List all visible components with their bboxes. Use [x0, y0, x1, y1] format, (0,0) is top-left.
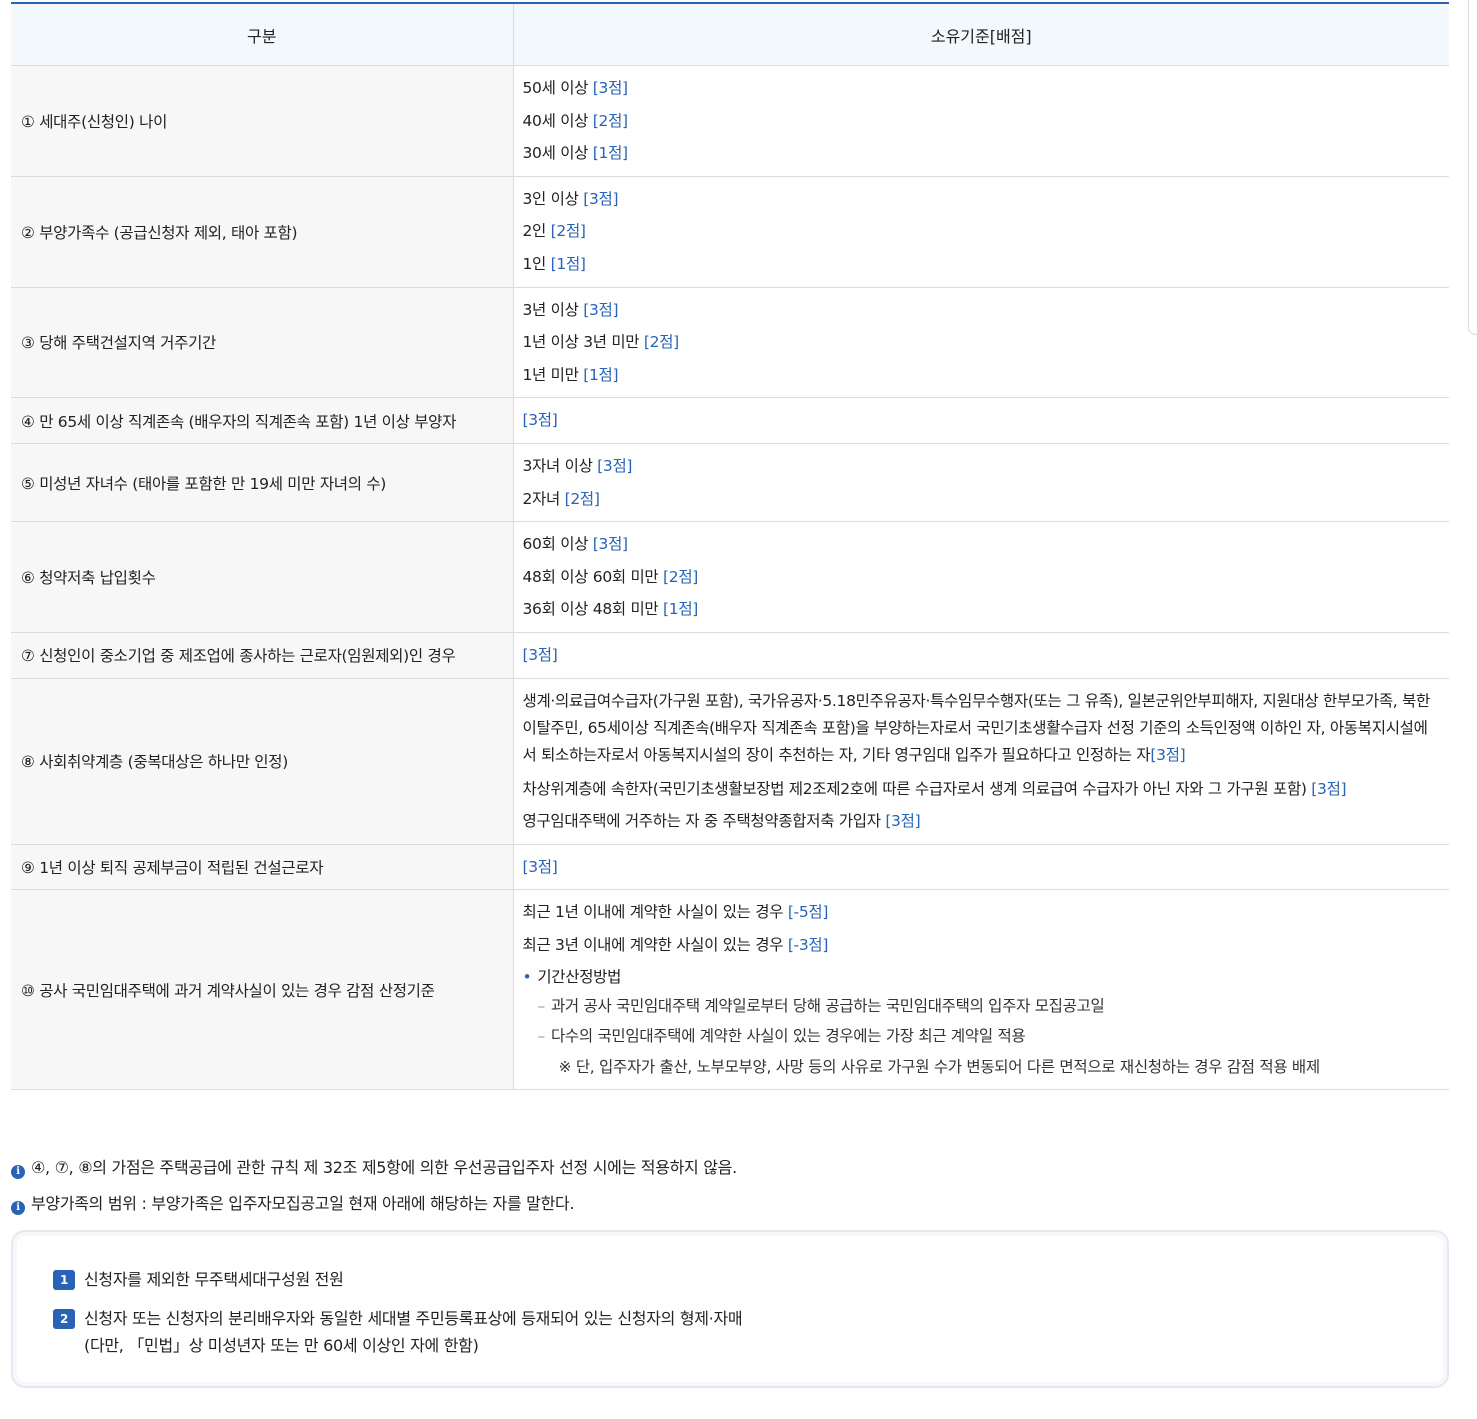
criteria-item: 3인 이상 [3점]	[522, 189, 619, 208]
note-item: i ④, ⑦, ⑧의 가점은 주택공급에 관한 규칙 제 32조 제5항에 의한 …	[11, 1150, 1449, 1186]
criteria-item: 2인 [2점]	[522, 222, 586, 241]
criteria-table: 구분 소유기준[배점] ① 세대주(신청인) 나이 50세 이상 [3점] 40…	[11, 2, 1449, 1091]
points-label: [3점]	[522, 411, 558, 430]
table-row: ⑥ 청약저축 납입횟수 60회 이상 [3점] 48회 이상 60회 미만 [2…	[11, 521, 1449, 633]
points-label: [3점]	[583, 300, 619, 319]
points-label: [3점]	[522, 857, 558, 876]
row-criteria: 최근 1년 이내에 계약한 사실이 있는 경우 [-5점] 최근 3년 이내에 …	[513, 889, 1449, 1091]
row-category: ⑩ 공사 국민임대주택에 과거 계약사실이 있는 경우 감점 산정기준	[11, 889, 514, 1091]
points-label: [2점]	[564, 489, 600, 508]
criteria-item: [3점]	[523, 639, 1441, 672]
table-row: ① 세대주(신청인) 나이 50세 이상 [3점] 40세 이상 [2점] 30…	[11, 65, 1449, 177]
criteria-item: 30세 이상 [1점]	[522, 144, 629, 163]
points-label: [3점]	[597, 456, 633, 475]
points-label: [1점]	[592, 144, 628, 163]
table-row: ② 부양가족수 (공급신청자 제외, 태아 포함) 3인 이상 [3점] 2인 …	[11, 176, 1449, 288]
box-item: 1 신청자를 제외한 무주택세대구성원 전원	[53, 1266, 344, 1290]
points-label: [3점]	[885, 812, 921, 831]
row-category: ① 세대주(신청인) 나이	[11, 65, 514, 177]
header-criteria: 소유기준[배점]	[513, 3, 1449, 66]
row-criteria: [3점]	[513, 632, 1449, 679]
criteria-item: 50세 이상 [3점]	[522, 79, 629, 97]
row-category: ⑧ 사회취약계층 (중복대상은 하나만 인정)	[11, 678, 514, 845]
points-label: [3점]	[592, 535, 628, 554]
points-label: [3점]	[1311, 779, 1347, 798]
criteria-item: 36회 이상 48회 미만 [1점]	[522, 600, 699, 619]
dependents-box: 1 신청자를 제외한 무주택세대구성원 전원 2 신청자 또는 신청자의 분리배우자…	[11, 1230, 1449, 1388]
notes: i ④, ⑦, ⑧의 가점은 주택공급에 관한 규칙 제 32조 제5항에 의한 …	[11, 1150, 1449, 1222]
criteria-item: 1년 이상 3년 미만 [2점]	[522, 333, 680, 352]
table-row: ③ 당해 주택건설지역 거주기간 3년 이상 [3점] 1년 이상 3년 미만 …	[11, 287, 1449, 399]
points-label: [2점]	[550, 222, 586, 241]
criteria-item: 차상위계층에 속한자(국민기초생활보장법 제2조제2호에 따른 수급자로서 생계…	[522, 779, 1347, 798]
dash-icon: –	[537, 1027, 546, 1046]
criteria-item: 최근 1년 이내에 계약한 사실이 있는 경우 [-5점]	[522, 903, 829, 922]
table-row: ⑩ 공사 국민임대주택에 과거 계약사실이 있는 경우 감점 산정기준 최근 1…	[11, 889, 1449, 1091]
criteria-item: 2자녀 [2점]	[522, 489, 600, 508]
points-label: [3점]	[522, 645, 558, 664]
points-label: [-3점]	[787, 935, 829, 954]
points-label: [2점]	[663, 567, 699, 586]
row-criteria: 생계·의료급여수급자(가구원 포함), 국가유공자·5.18민주유공자·특수임무…	[513, 678, 1449, 845]
points-label: [-5점]	[787, 903, 829, 922]
dash-icon: –	[537, 997, 546, 1016]
number-badge: 2	[53, 1309, 75, 1329]
header-category: 구분	[11, 3, 514, 66]
criteria-item: 48회 이상 60회 미만 [2점]	[522, 567, 699, 586]
criteria-item: 60회 이상 [3점]	[522, 535, 629, 554]
method-title: • 기간산정방법	[522, 968, 622, 987]
row-category: ⑦ 신청인이 중소기업 중 제조업에 종사하는 근로자(임원제외)인 경우	[11, 632, 514, 679]
row-criteria: 50세 이상 [3점] 40세 이상 [2점] 30세 이상 [1점]	[513, 65, 1449, 177]
points-label: [2점]	[643, 333, 679, 352]
method-line: – 다수의 국민임대주택에 계약한 사실이 있는 경우에는 가장 최근 계약일 적…	[537, 1027, 1026, 1046]
points-label: [1점]	[550, 254, 586, 273]
criteria-item: [3점]	[523, 851, 1441, 884]
table-row: ⑤ 미성년 자녀수 (태아를 포함한 만 19세 미만 자녀의 수) 3자녀 이…	[11, 443, 1449, 523]
points-label: [3점]	[583, 189, 619, 208]
box-item: 2 신청자 또는 신청자의 분리배우자와 동일한 세대별 주민등록표상에 등재되어…	[53, 1305, 743, 1359]
criteria-table-wrap: 구분 소유기준[배점] ① 세대주(신청인) 나이 50세 이상 [3점] 40…	[11, 2, 1449, 1091]
table-row: ⑨ 1년 이상 퇴직 공제부금이 적립된 건설근로자 [3점]	[11, 844, 1449, 891]
row-category: ⑨ 1년 이상 퇴직 공제부금이 적립된 건설근로자	[11, 844, 514, 891]
table-row: ⑧ 사회취약계층 (중복대상은 하나만 인정) 생계·의료급여수급자(가구원 포…	[11, 678, 1449, 845]
criteria-item: 생계·의료급여수급자(가구원 포함), 국가유공자·5.18민주유공자·특수임무…	[522, 691, 1431, 764]
row-criteria: 3인 이상 [3점] 2인 [2점] 1인 [1점]	[513, 176, 1449, 288]
info-icon: i	[11, 1201, 25, 1215]
row-criteria: 3자녀 이상 [3점] 2자녀 [2점]	[513, 443, 1449, 523]
points-label: [3점]	[592, 79, 628, 97]
row-category: ② 부양가족수 (공급신청자 제외, 태아 포함)	[11, 176, 514, 288]
bullet-icon: •	[522, 968, 532, 987]
criteria-item: 1년 미만 [1점]	[522, 365, 619, 384]
row-criteria: 60회 이상 [3점] 48회 이상 60회 미만 [2점] 36회 이상 48…	[513, 521, 1449, 633]
row-category: ④ 만 65세 이상 직계존속 (배우자의 직계존속 포함) 1년 이상 부양자	[11, 397, 514, 444]
points-label: [3점]	[1150, 745, 1186, 764]
points-label: [2점]	[592, 111, 628, 130]
criteria-item: 최근 3년 이내에 계약한 사실이 있는 경우 [-3점]	[522, 935, 829, 954]
row-criteria: 3년 이상 [3점] 1년 이상 3년 미만 [2점] 1년 미만 [1점]	[513, 287, 1449, 399]
row-category: ⑤ 미성년 자녀수 (태아를 포함한 만 19세 미만 자녀의 수)	[11, 443, 514, 523]
criteria-item: 3년 이상 [3점]	[522, 300, 619, 319]
criteria-item: 영구임대주택에 거주하는 자 중 주택청약종합저축 가입자 [3점]	[522, 812, 921, 831]
criteria-item: [3점]	[523, 404, 1441, 437]
number-badge: 1	[53, 1270, 75, 1290]
table-header-row: 구분 소유기준[배점]	[11, 3, 1449, 66]
row-criteria: [3점]	[513, 397, 1449, 444]
criteria-item: 40세 이상 [2점]	[522, 111, 629, 130]
row-category: ⑥ 청약저축 납입횟수	[11, 521, 514, 633]
points-label: [1점]	[663, 600, 699, 619]
method-note: ※ 단, 입주자가 출산, 노부모부양, 사망 등의 사유로 가구원 수가 변동…	[558, 1058, 1321, 1077]
points-label: [1점]	[583, 365, 619, 384]
method-line: – 과거 공사 국민임대주택 계약일로부터 당해 공급하는 국민임대주택의 입주자…	[537, 997, 1105, 1016]
criteria-item: 3자녀 이상 [3점]	[522, 456, 633, 475]
note-item: i 부양가족의 범위 : 부양가족은 입주자모집공고일 현재 아래에 해당하는 자…	[11, 1186, 1449, 1222]
table-row: ④ 만 65세 이상 직계존속 (배우자의 직계존속 포함) 1년 이상 부양자…	[11, 397, 1449, 444]
scrollbar-edge[interactable]	[1468, 0, 1477, 335]
row-category: ③ 당해 주택건설지역 거주기간	[11, 287, 514, 399]
table-row: ⑦ 신청인이 중소기업 중 제조업에 종사하는 근로자(임원제외)인 경우 [3…	[11, 632, 1449, 679]
info-icon: i	[11, 1165, 25, 1179]
criteria-item: 1인 [1점]	[522, 254, 586, 273]
row-criteria: [3점]	[513, 844, 1449, 891]
